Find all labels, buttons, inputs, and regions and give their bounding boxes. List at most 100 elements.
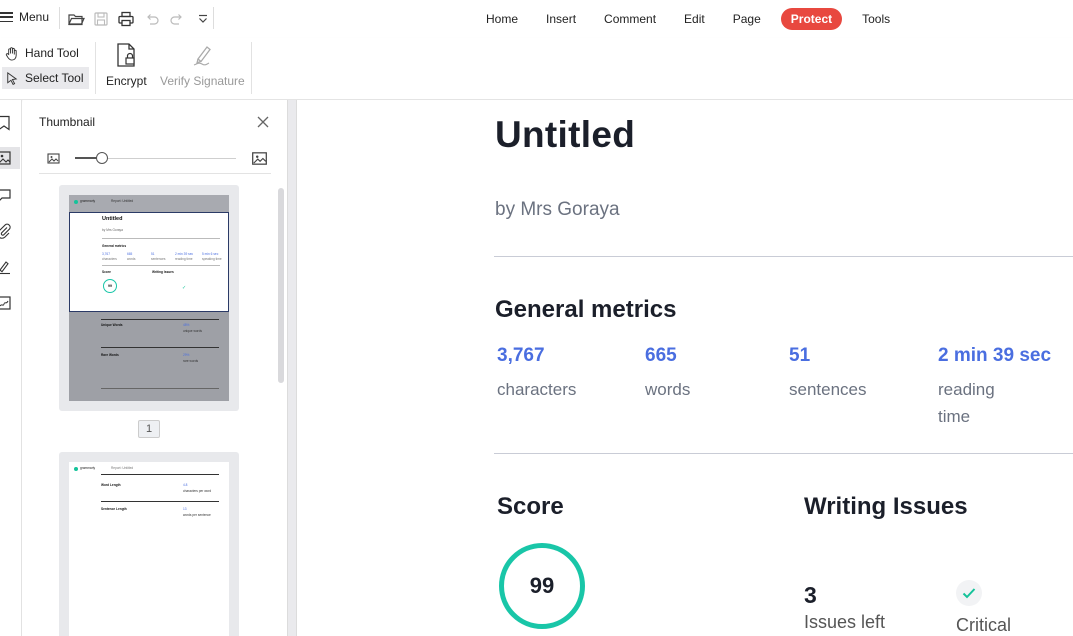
tab-tools[interactable]: Tools [854, 8, 898, 30]
thumb-rare-words-note: rare words [183, 359, 199, 363]
hamburger-icon [0, 12, 13, 22]
quick-access-dropdown-icon[interactable] [194, 10, 212, 28]
metric-label: characters [497, 380, 577, 399]
thumb-word-length-note: characters per word [183, 489, 212, 493]
thumb-unique-words-value: 48% [183, 323, 190, 327]
thumb-sentence-length-value: 13 [183, 507, 187, 511]
toolbar-divider [213, 7, 214, 29]
thumb-metric-label: sentences [151, 257, 166, 261]
thumb-rare-words-value: 29% [183, 353, 190, 357]
tab-page[interactable]: Page [725, 8, 769, 30]
writing-issues-heading: Writing Issues [804, 493, 968, 520]
hand-tool-button[interactable]: Hand Tool [2, 42, 85, 64]
comment-icon[interactable] [0, 184, 20, 206]
verify-signature-button[interactable]: Verify Signature [160, 42, 245, 88]
metric-value: 3,767 [497, 345, 545, 366]
thumb-section: General metrics [102, 244, 127, 248]
thumb-metric-label: speaking time [202, 257, 222, 261]
hand-tool-label: Hand Tool [25, 46, 79, 60]
encrypt-button[interactable]: Encrypt [106, 42, 147, 88]
grammarly-logo-icon [74, 467, 78, 471]
thumb-writing-issues-label: Writing Issues [152, 270, 174, 274]
zoom-slider-handle[interactable] [96, 152, 109, 164]
thumb-brand: grammarly [80, 199, 96, 203]
hand-icon [5, 46, 17, 61]
metric-label: words [645, 380, 691, 399]
protect-ribbon: Hand Tool Select Tool Encrypt Verify Sig… [0, 38, 1073, 100]
tab-protect[interactable]: Protect [780, 8, 843, 30]
thumbnail-panel: Thumbnail grammarly Report: Untitled Unt… [23, 100, 287, 636]
signature-icon[interactable] [0, 256, 20, 278]
page-number-badge: 1 [138, 420, 160, 438]
thumbnail-scrollbar[interactable] [278, 188, 284, 383]
menu-button[interactable]: Menu [0, 10, 49, 24]
thumbnail-panel-title: Thumbnail [39, 115, 96, 129]
thumb-word-length-value: 4.8 [183, 483, 188, 487]
left-icon-rail [0, 100, 22, 636]
thumb-metric-value: 665 [127, 252, 133, 256]
thumbnail-page-image: grammarly Report: Untitled Word Length 4… [69, 462, 229, 636]
top-toolbar: Menu Home Insert Comment Edit Page Prote… [0, 0, 1073, 38]
redo-icon[interactable] [168, 10, 186, 28]
thumb-score-label: Score [102, 270, 111, 274]
thumb-metric-value: 51 [151, 252, 155, 256]
page-thumbnail-1[interactable]: grammarly Report: Untitled Untitled by M… [59, 185, 239, 411]
check-icon [956, 580, 982, 606]
thumb-metric-value: 2 min 39 sec [175, 252, 194, 256]
score-ring: 99 [499, 543, 585, 629]
thumb-metric-label: characters [102, 257, 117, 261]
metric-label: sentences [789, 380, 867, 399]
thumb-score-ring: 99 [103, 279, 117, 293]
thumbnail-zoom-control [39, 150, 271, 168]
select-tool-label: Select Tool [25, 71, 84, 85]
verify-signature-label: Verify Signature [160, 74, 245, 88]
thumb-brand: grammarly [80, 466, 96, 470]
document-title: Untitled [495, 114, 636, 155]
thumb-unique-words-note: unique words [183, 329, 202, 333]
attachment-icon[interactable] [0, 220, 20, 242]
ribbon-divider [95, 42, 96, 94]
folder-open-icon[interactable] [67, 10, 85, 28]
document-view: Untitled by Mrs Goraya General metrics 3… [297, 100, 1073, 636]
panel-splitter[interactable] [287, 100, 297, 636]
encrypt-label: Encrypt [106, 74, 147, 88]
thumb-title: Untitled [102, 216, 123, 222]
tab-comment[interactable]: Comment [596, 8, 664, 30]
zoom-out-image-icon[interactable] [46, 151, 61, 166]
thumb-metric-label: words [127, 257, 136, 261]
thumb-sentence-length-title: Sentence Length [101, 507, 127, 511]
thumbnail-viewport-frame: Untitled by Mrs Goraya General metrics 3… [69, 212, 229, 312]
check-icon: ✓ [182, 285, 187, 291]
thumb-metric-label: reading time [175, 257, 193, 261]
tab-home[interactable]: Home [478, 8, 526, 30]
form-field-icon[interactable] [0, 292, 20, 314]
print-icon[interactable] [117, 10, 135, 28]
thumb-word-length-title: Word Length [101, 483, 121, 487]
issues-left-label: Issues left [804, 612, 886, 632]
lock-document-icon [117, 43, 135, 67]
thumb-unique-words-title: Unique Words [101, 323, 123, 327]
close-icon[interactable] [256, 115, 270, 129]
thumbnail-divider [39, 173, 271, 174]
undo-icon[interactable] [143, 10, 161, 28]
tab-edit[interactable]: Edit [676, 8, 713, 30]
issues-left-count: 3 [804, 582, 817, 608]
score-value: 99 [529, 573, 555, 598]
thumb-header: Report: Untitled [111, 199, 134, 203]
ribbon-tabs: Home Insert Comment Edit Page Protect To… [478, 8, 910, 30]
metric-label: reading time [938, 380, 995, 426]
bookmark-icon[interactable] [0, 112, 20, 134]
metric-value: 2 min 39 sec [938, 345, 1052, 366]
select-tool-button[interactable]: Select Tool [2, 67, 90, 89]
metric-value: 665 [645, 345, 677, 366]
thumbnail-page-image: grammarly Report: Untitled Untitled by M… [69, 195, 229, 401]
thumb-byline: by Mrs Goraya [102, 228, 123, 232]
metric-value: 51 [789, 345, 811, 366]
page-thumbnail-2[interactable]: grammarly Report: Untitled Word Length 4… [59, 452, 239, 636]
zoom-in-image-icon[interactable] [251, 150, 268, 167]
thumbnail-icon[interactable] [0, 147, 20, 169]
cursor-arrow-icon [7, 71, 18, 85]
tab-insert[interactable]: Insert [538, 8, 584, 30]
grammarly-logo-icon [74, 200, 78, 204]
save-icon[interactable] [92, 10, 110, 28]
